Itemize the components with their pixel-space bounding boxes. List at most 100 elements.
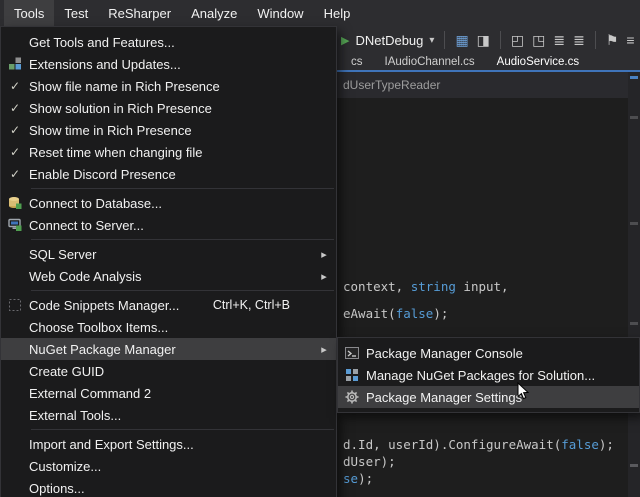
- tab-iaudiochannel[interactable]: IAudioChannel.cs: [374, 56, 486, 68]
- menu-item-label: Show file name in Rich Presence: [29, 79, 220, 94]
- menu-item-label: Enable Discord Presence: [29, 167, 176, 182]
- menu-item-external-tools[interactable]: External Tools...: [1, 404, 336, 426]
- scrollbar-mark: [630, 322, 638, 325]
- code-line: dUser);: [343, 454, 396, 469]
- menu-item-extensions-and-updates[interactable]: Extensions and Updates...: [1, 53, 336, 75]
- menu-item-enable-discord-presence[interactable]: ✓ Enable Discord Presence: [1, 163, 336, 185]
- menu-item-label: Extensions and Updates...: [29, 57, 181, 72]
- menu-item-nuget-package-manager[interactable]: NuGet Package Manager ▸: [1, 338, 336, 360]
- layout-right-icon[interactable]: ◳: [532, 33, 545, 47]
- menu-item-label: Import and Export Settings...: [29, 437, 194, 452]
- menu-separator: [31, 188, 334, 189]
- menu-item-connect-to-database[interactable]: Connect to Database...: [1, 192, 336, 214]
- bookmark-icon[interactable]: ⚑: [606, 33, 619, 47]
- menu-item-options[interactable]: Options...: [1, 477, 336, 497]
- menu-item-create-guid[interactable]: Create GUID: [1, 360, 336, 382]
- menubar-item-window[interactable]: Window: [247, 0, 313, 26]
- menu-item-label: Create GUID: [29, 364, 104, 379]
- layout-left-icon[interactable]: ◰: [511, 33, 524, 47]
- menu-item-connect-to-server[interactable]: Connect to Server...: [1, 214, 336, 236]
- snippets-icon: [1, 298, 29, 312]
- code-line: se);: [343, 471, 373, 486]
- menu-item-reset-time[interactable]: ✓ Reset time when changing file: [1, 141, 336, 163]
- menubar-item-analyze[interactable]: Analyze: [181, 0, 247, 26]
- gear-icon: [338, 390, 366, 404]
- nuget-submenu: Package Manager Console Manage NuGet Pac…: [337, 337, 640, 413]
- code-line: d.Id, userId).ConfigureAwait(false);: [343, 437, 614, 452]
- menu-item-label: Connect to Server...: [29, 218, 144, 233]
- scrollbar-mark: [630, 222, 638, 225]
- menu-item-show-file-name[interactable]: ✓ Show file name in Rich Presence: [1, 75, 336, 97]
- vs-window: Tools Test ReSharper Analyze Window Help…: [0, 0, 640, 497]
- chevron-down-icon[interactable]: ▾: [429, 35, 434, 46]
- menubar-item-test[interactable]: Test: [54, 0, 98, 26]
- menu-separator: [31, 290, 334, 291]
- navbar-type-name: dUserTypeReader: [343, 78, 440, 92]
- menu-item-label: Get Tools and Features...: [29, 35, 175, 50]
- menu-item-label: Customize...: [29, 459, 101, 474]
- menubar-item-tools[interactable]: Tools: [4, 0, 54, 26]
- tab-audioservice[interactable]: AudioService.cs: [486, 56, 590, 68]
- checkmark-icon: ✓: [10, 167, 20, 181]
- debug-target-selector[interactable]: DNetDebug: [355, 33, 423, 48]
- menu-item-label: Manage NuGet Packages for Solution...: [366, 368, 595, 383]
- menu-item-label: External Tools...: [29, 408, 121, 423]
- task-list-icon[interactable]: ≡: [626, 33, 634, 47]
- toolbar-separator: [595, 31, 596, 49]
- menu-item-label: Web Code Analysis: [29, 269, 142, 284]
- submenu-item-package-manager-settings[interactable]: Package Manager Settings: [338, 386, 639, 408]
- menu-item-label: Choose Toolbox Items...: [29, 320, 168, 335]
- menu-item-customize[interactable]: Customize...: [1, 455, 336, 477]
- checkmark-icon: ✓: [10, 123, 20, 137]
- start-debug-icon[interactable]: ▶: [341, 34, 349, 47]
- menu-item-label: Code Snippets Manager...: [29, 298, 179, 313]
- editor-scrollbar[interactable]: [628, 72, 640, 497]
- checkmark-icon: ✓: [10, 79, 20, 93]
- menubar-item-resharper[interactable]: ReSharper: [98, 0, 181, 26]
- menu-separator: [31, 239, 334, 240]
- indent-decrease-icon[interactable]: ≣: [553, 33, 565, 47]
- menu-item-show-solution[interactable]: ✓ Show solution in Rich Presence: [1, 97, 336, 119]
- checkmark-icon: ✓: [10, 145, 20, 159]
- menu-item-label: SQL Server: [29, 247, 96, 262]
- extensions-icon: [1, 57, 29, 71]
- submenu-item-manage-nuget-packages[interactable]: Manage NuGet Packages for Solution...: [338, 364, 639, 386]
- menubar-item-help[interactable]: Help: [314, 0, 361, 26]
- menu-item-get-tools-and-features[interactable]: Get Tools and Features...: [1, 31, 336, 53]
- replace-icon[interactable]: ◨: [477, 33, 490, 47]
- submenu-arrow-icon: ▸: [316, 343, 332, 356]
- menu-item-label: Connect to Database...: [29, 196, 162, 211]
- menu-item-code-snippets-manager[interactable]: Code Snippets Manager... Ctrl+K, Ctrl+B: [1, 294, 336, 316]
- menu-item-show-time[interactable]: ✓ Show time in Rich Presence: [1, 119, 336, 141]
- server-icon: [1, 218, 29, 232]
- tab-truncated[interactable]: cs: [340, 56, 374, 68]
- menu-item-web-code-analysis[interactable]: Web Code Analysis ▸: [1, 265, 336, 287]
- menu-item-label: Options...: [29, 481, 85, 496]
- menu-item-label: Show solution in Rich Presence: [29, 101, 212, 116]
- code-line: context, string input,: [343, 279, 509, 294]
- menu-item-sql-server[interactable]: SQL Server ▸: [1, 243, 336, 265]
- menu-bar: Tools Test ReSharper Analyze Window Help: [0, 0, 640, 26]
- submenu-item-package-manager-console[interactable]: Package Manager Console: [338, 342, 639, 364]
- indent-increase-icon[interactable]: ≣: [573, 33, 585, 47]
- menu-item-external-command-2[interactable]: External Command 2: [1, 382, 336, 404]
- attach-icon[interactable]: ▦: [455, 33, 468, 47]
- menu-item-shortcut: Ctrl+K, Ctrl+B: [213, 298, 290, 312]
- toolbar-separator: [444, 31, 445, 49]
- submenu-arrow-icon: ▸: [316, 248, 332, 261]
- code-line: eAwait(false);: [343, 306, 448, 321]
- menu-item-label: Package Manager Settings: [366, 390, 522, 405]
- scrollbar-mark: [630, 464, 638, 467]
- menu-item-label: Show time in Rich Presence: [29, 123, 192, 138]
- menu-separator: [31, 429, 334, 430]
- menu-item-import-export-settings[interactable]: Import and Export Settings...: [1, 433, 336, 455]
- menu-item-label: Package Manager Console: [366, 346, 523, 361]
- checkmark-icon: ✓: [10, 101, 20, 115]
- console-icon: [338, 346, 366, 360]
- menu-item-choose-toolbox-items[interactable]: Choose Toolbox Items...: [1, 316, 336, 338]
- database-icon: [1, 196, 29, 210]
- scrollbar-mark: [630, 116, 638, 119]
- tools-menu: Get Tools and Features... Extensions and…: [0, 26, 337, 497]
- toolbar-separator: [500, 31, 501, 49]
- menu-item-label: External Command 2: [29, 386, 151, 401]
